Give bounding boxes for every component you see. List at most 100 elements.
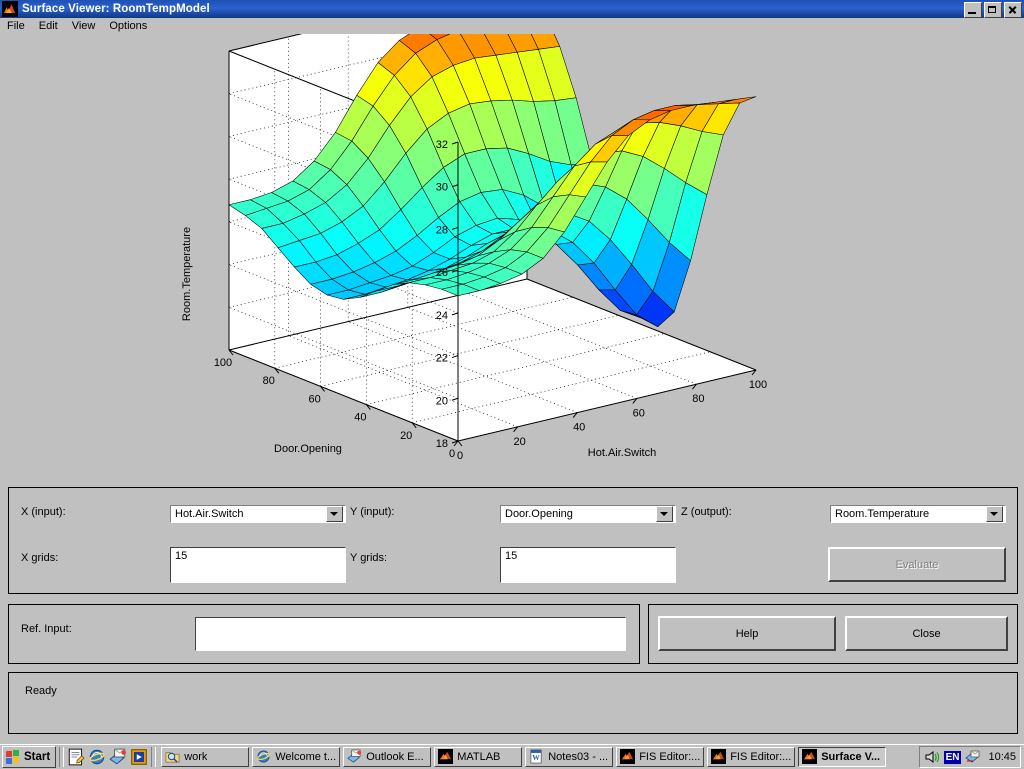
ref-input-panel: Ref. Input: bbox=[8, 604, 640, 664]
axis-tick-label: 22 bbox=[436, 353, 448, 365]
taskbar-task-button[interactable]: FIS Editor:... bbox=[616, 747, 705, 767]
x-grids-input[interactable]: 15 bbox=[170, 547, 346, 583]
taskbar-task-label: MATLAB bbox=[457, 751, 501, 763]
axis-tick-label: 28 bbox=[436, 224, 448, 236]
y-axis-label: Door.Opening bbox=[274, 443, 342, 455]
matlab-icon bbox=[2, 1, 18, 17]
x-grids-label: X grids: bbox=[21, 552, 59, 564]
action-buttons-panel: Help Close bbox=[648, 604, 1018, 664]
clock[interactable]: 10:45 bbox=[985, 751, 1016, 763]
axis-tick-label: 30 bbox=[436, 182, 448, 194]
axis-tick-label: 24 bbox=[436, 310, 448, 322]
menu-options[interactable]: Options bbox=[102, 19, 154, 34]
axis-tick-label: 32 bbox=[436, 139, 448, 151]
taskbar-task-button[interactable]: work bbox=[161, 747, 250, 767]
z-axis-label: Room.Temperature bbox=[181, 227, 193, 321]
matlab-icon bbox=[620, 749, 636, 765]
taskbar-task-label: work bbox=[184, 751, 208, 763]
axis-tick-label: 60 bbox=[308, 393, 320, 405]
evaluate-button[interactable]: Evaluate bbox=[828, 547, 1006, 582]
axis-tick-label: 20 bbox=[513, 436, 525, 448]
axis-tick-label: 80 bbox=[263, 375, 275, 387]
axis-tick-label: 100 bbox=[749, 379, 767, 391]
quick-launch-bar bbox=[67, 748, 148, 766]
internet-explorer-icon bbox=[256, 749, 272, 765]
system-tray: EN 10:45 bbox=[918, 746, 1021, 768]
matlab-icon bbox=[711, 749, 727, 765]
task-buttons: work Welcome t... Outlook E... MATLAB W Notes… bbox=[161, 747, 918, 767]
taskbar-task-button[interactable]: Welcome t... bbox=[252, 747, 341, 767]
folder-search-icon bbox=[165, 749, 181, 765]
z-output-value: Room.Temperature bbox=[835, 508, 930, 520]
z-output-label: Z (output): bbox=[681, 506, 732, 518]
axis-tick-label: 40 bbox=[573, 422, 585, 434]
status-text: Ready bbox=[25, 685, 57, 697]
menu-view[interactable]: View bbox=[65, 19, 103, 34]
taskbar-task-label: FIS Editor:... bbox=[730, 751, 792, 763]
axis-tick-label: 80 bbox=[692, 393, 704, 405]
close-button[interactable]: Close bbox=[845, 616, 1008, 651]
window-title: Surface Viewer: RoomTempModel bbox=[22, 3, 210, 15]
title-bar: Surface Viewer: RoomTempModel bbox=[0, 0, 1024, 18]
help-button[interactable]: Help bbox=[658, 616, 836, 651]
maximize-button[interactable] bbox=[984, 2, 1002, 18]
taskbar-task-label: Notes03 - ... bbox=[548, 751, 609, 763]
menu-bar: File Edit View Options bbox=[0, 18, 1024, 34]
chevron-down-icon[interactable] bbox=[656, 506, 673, 522]
surface-plot-canvas: 18 20 22 24 26 28 30 32 0 20 40 60 80 100 0 20 40 60 80 100… bbox=[181, 34, 767, 462]
axis-tick-label: 26 bbox=[436, 267, 448, 279]
x-axis-label: Hot.Air.Switch bbox=[588, 447, 656, 459]
y-input-label: Y (input): bbox=[350, 506, 395, 518]
taskbar-task-label: Surface V... bbox=[821, 751, 881, 763]
taskbar-divider bbox=[151, 747, 157, 767]
axis-tick-label: 40 bbox=[354, 412, 366, 424]
io-settings-panel: X (input): Hot.Air.Switch Y (input): Doo… bbox=[8, 487, 1018, 594]
chevron-down-icon[interactable] bbox=[986, 506, 1003, 522]
start-button[interactable]: Start bbox=[2, 746, 57, 768]
language-indicator[interactable]: EN bbox=[943, 750, 962, 764]
chevron-down-icon[interactable] bbox=[326, 506, 343, 522]
ref-input-field[interactable] bbox=[195, 617, 626, 651]
matlab-icon bbox=[802, 749, 818, 765]
x-input-select[interactable]: Hot.Air.Switch bbox=[170, 505, 346, 523]
taskbar: Start work Welcome t... Outlook E... MATLAB… bbox=[0, 744, 1024, 769]
close-icon[interactable] bbox=[1004, 2, 1022, 18]
y-input-select[interactable]: Door.Opening bbox=[500, 505, 676, 523]
svg-text:W: W bbox=[532, 753, 540, 762]
media-player-icon[interactable] bbox=[130, 748, 148, 766]
surface-plot[interactable]: 18 20 22 24 26 28 30 32 0 20 40 60 80 100 0 20 40 60 80 100… bbox=[0, 34, 1024, 472]
word-icon: W bbox=[529, 749, 545, 765]
axis-tick-label: 0 bbox=[449, 448, 455, 460]
axis-tick-label: 20 bbox=[400, 430, 412, 442]
y-grids-input[interactable]: 15 bbox=[500, 547, 676, 583]
ref-input-label: Ref. Input: bbox=[21, 623, 72, 635]
start-label: Start bbox=[24, 751, 51, 763]
axis-tick-label: 60 bbox=[633, 407, 645, 419]
x-input-label: X (input): bbox=[21, 506, 66, 518]
minimize-button[interactable] bbox=[964, 2, 982, 18]
taskbar-divider bbox=[59, 747, 65, 767]
window-buttons bbox=[964, 2, 1022, 18]
notepad-icon[interactable] bbox=[67, 748, 85, 766]
taskbar-task-button[interactable]: Outlook E... bbox=[343, 747, 432, 767]
taskbar-task-button[interactable]: MATLAB bbox=[434, 747, 523, 767]
status-bar: Ready bbox=[8, 672, 1018, 734]
outlook-express-icon[interactable] bbox=[109, 748, 127, 766]
menu-edit[interactable]: Edit bbox=[32, 19, 65, 34]
network-mail-icon[interactable] bbox=[965, 749, 981, 765]
y-input-value: Door.Opening bbox=[505, 508, 573, 520]
menu-file[interactable]: File bbox=[0, 19, 32, 34]
axis-tick-label: 100 bbox=[214, 357, 232, 369]
speaker-icon[interactable] bbox=[924, 749, 940, 765]
z-output-select[interactable]: Room.Temperature bbox=[830, 505, 1006, 523]
taskbar-task-button[interactable]: Surface V... bbox=[798, 747, 887, 767]
matlab-icon bbox=[438, 749, 454, 765]
taskbar-task-label: Welcome t... bbox=[275, 751, 337, 763]
taskbar-task-button[interactable]: W Notes03 - ... bbox=[525, 747, 614, 767]
internet-explorer-icon[interactable] bbox=[88, 748, 106, 766]
windows-flag-icon bbox=[6, 750, 21, 764]
x-input-value: Hot.Air.Switch bbox=[175, 508, 244, 520]
taskbar-task-button[interactable]: FIS Editor:... bbox=[707, 747, 796, 767]
taskbar-task-label: Outlook E... bbox=[366, 751, 424, 763]
surface-viewer-window: Surface Viewer: RoomTempModel File Edit … bbox=[0, 0, 1024, 744]
